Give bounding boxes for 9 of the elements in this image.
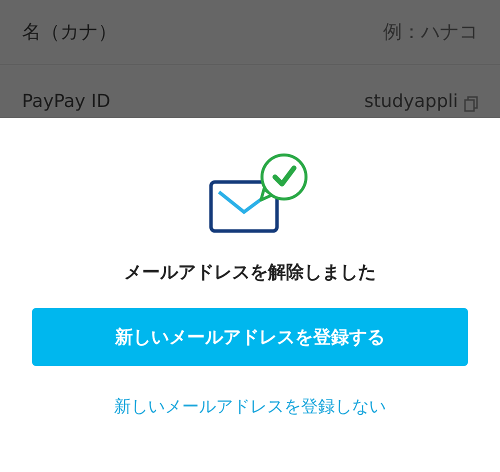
skip-link[interactable]: 新しいメールアドレスを登録しない xyxy=(114,395,386,418)
name-kana-field[interactable]: 例：ハナコ xyxy=(383,19,478,45)
status-message: メールアドレスを解除しました xyxy=(124,261,376,284)
register-button[interactable]: 新しいメールアドレスを登録する xyxy=(32,308,468,366)
copy-icon[interactable] xyxy=(464,96,478,112)
field-label: PayPay ID xyxy=(22,91,110,113)
mail-check-icon xyxy=(209,152,309,236)
field-label: 名（カナ） xyxy=(22,20,117,45)
id-value: studyappli xyxy=(364,91,458,113)
